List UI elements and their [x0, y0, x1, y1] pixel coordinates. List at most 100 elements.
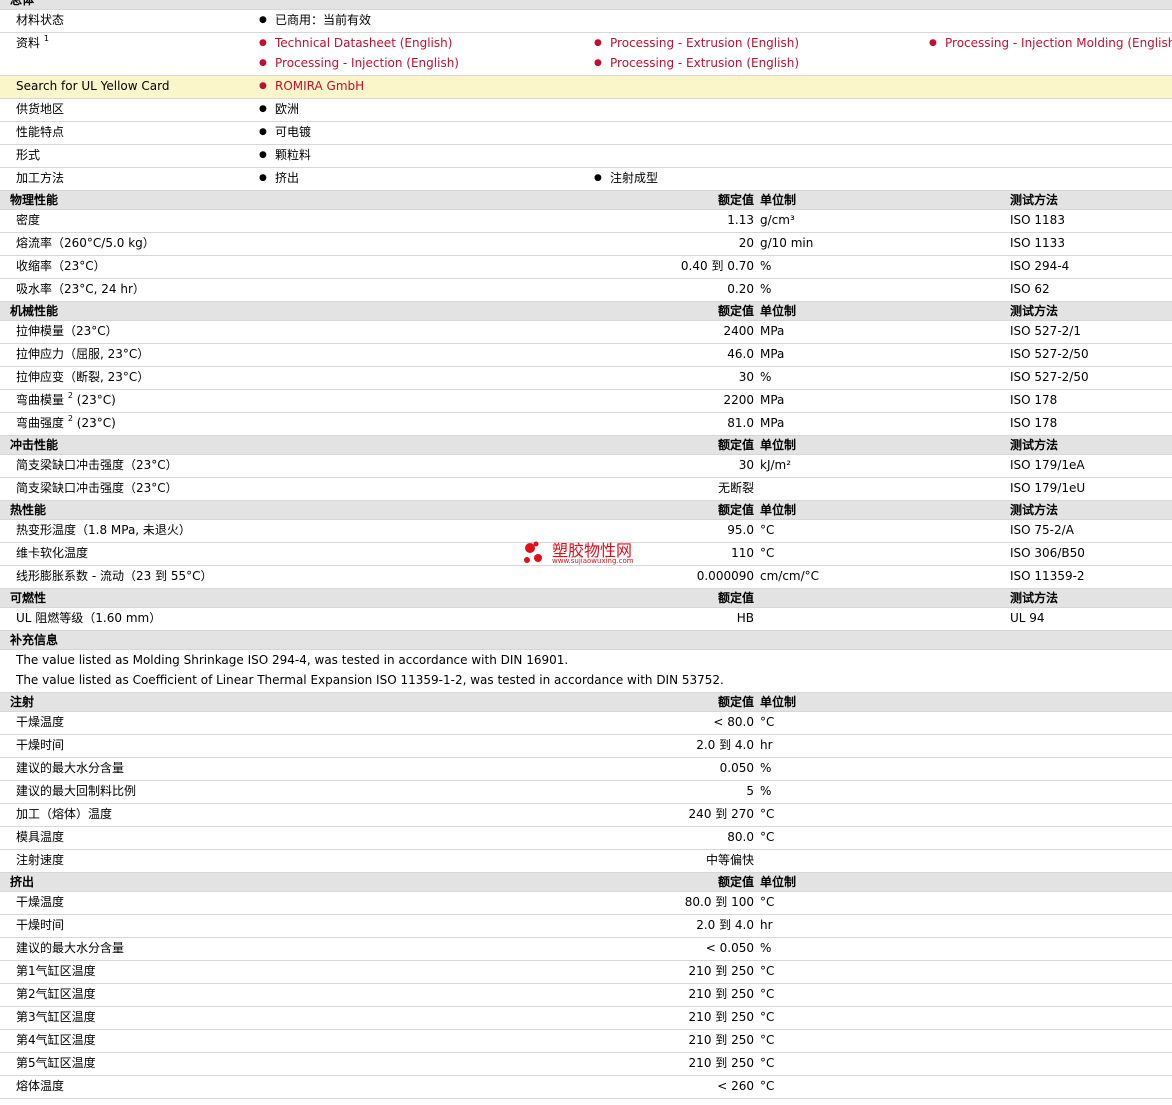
prop-label: 弯曲强度 2 (23°C) [16, 414, 116, 431]
row-material-status: 材料状态 已商用：当前有效 [0, 10, 1172, 33]
prop-value: 20 [738, 236, 754, 250]
section-physical: 物理性能 额定值 单位制 测试方法 [0, 191, 1172, 210]
prop-unit: % [760, 784, 772, 798]
prop-label: 干燥时间 [16, 738, 65, 752]
table-row: 线形膨胀系数 - 流动（23 到 55°C） 0.000090 cm/cm/°C… [0, 566, 1172, 589]
section-title: 挤出 [10, 875, 35, 889]
table-row: 加工（熔体）温度 240 到 270 °C [0, 804, 1172, 827]
table-row: 建议的最大水分含量 0.050 % [0, 758, 1172, 781]
prop-unit: MPa [760, 347, 785, 361]
row-label: 形式 [16, 148, 41, 162]
prop-label: 熔体温度 [16, 1079, 65, 1093]
prop-value: 30 [738, 458, 754, 472]
prop-value: 210 到 250 [688, 1010, 754, 1024]
prop-value: 240 到 270 [688, 807, 754, 821]
prop-label: 第1气缸区温度 [16, 964, 96, 978]
header-unit: 单位制 [760, 438, 797, 452]
doc-link-technical-datasheet[interactable]: Technical Datasheet (English) [259, 33, 452, 53]
row-processing-method: 加工方法 挤出 注射成型 [0, 168, 1172, 191]
prop-value: 2200 [723, 393, 754, 407]
header-unit: 单位制 [760, 875, 797, 889]
prop-unit: % [760, 259, 772, 273]
table-row: 熔流率（260°C/5.0 kg） 20 g/10 min ISO 1133 [0, 233, 1172, 256]
prop-unit: °C [760, 523, 775, 537]
prop-label: 第4气缸区温度 [16, 1033, 96, 1047]
prop-value: < 260 [717, 1079, 754, 1093]
prop-value: 中等偏快 [705, 853, 754, 867]
doc-link-processing-injection-molding[interactable]: Processing - Injection Molding (English) [929, 33, 1172, 53]
prop-unit: MPa [760, 393, 785, 407]
prop-method: ISO 527-2/50 [1010, 347, 1089, 361]
prop-unit: % [760, 761, 772, 775]
prop-unit: °C [760, 1056, 775, 1070]
prop-value: < 80.0 [713, 715, 754, 729]
prop-method: ISO 179/1eU [1010, 481, 1086, 495]
row-region: 供货地区 欧洲 [0, 99, 1172, 122]
row-label: 加工方法 [16, 171, 65, 185]
table-row: 注射速度 中等偏快 [0, 850, 1172, 873]
doc-link-processing-extrusion-2[interactable]: Processing - Extrusion (English) [594, 53, 799, 73]
prop-value: 1.13 [727, 213, 754, 227]
header-unit: 单位制 [760, 503, 797, 517]
table-row: 简支梁缺口冲击强度（23°C） 无断裂 ISO 179/1eU [0, 478, 1172, 501]
header-nominal: 额定值 [717, 695, 754, 709]
prop-value: 80.0 到 100 [684, 895, 754, 909]
section-injection: 注射 额定值 单位制 [0, 693, 1172, 712]
supplement-notes: The value listed as Molding Shrinkage IS… [0, 650, 1172, 693]
prop-unit: °C [760, 546, 775, 560]
header-nominal: 额定值 [717, 875, 754, 889]
prop-label: 模具温度 [16, 830, 65, 844]
header-nominal: 额定值 [717, 438, 754, 452]
section-supplement: 补充信息 [0, 631, 1172, 650]
table-row: UL 阻燃等级（1.60 mm） HB UL 94 [0, 608, 1172, 631]
prop-unit: MPa [760, 324, 785, 338]
prop-unit: hr [760, 738, 773, 752]
doc-link-processing-extrusion[interactable]: Processing - Extrusion (English) [594, 33, 799, 53]
prop-method: ISO 11359-2 [1010, 569, 1085, 583]
header-method: 测试方法 [1010, 438, 1059, 452]
prop-label: 弯曲模量 2 (23°C) [16, 391, 116, 408]
prop-label: 建议的最大回制料比例 [16, 784, 137, 798]
prop-unit: °C [760, 895, 775, 909]
prop-unit: hr [760, 918, 773, 932]
prop-method: ISO 527-2/50 [1010, 370, 1089, 384]
ul-supplier-link[interactable]: ROMIRA GmbH [259, 76, 364, 96]
table-row: 干燥温度 80.0 到 100 °C [0, 892, 1172, 915]
section-title: 热性能 [10, 503, 47, 517]
prop-value: 81.0 [727, 416, 754, 430]
row-ul-yellow-card: Search for UL Yellow Card ROMIRA GmbH [0, 76, 1172, 99]
prop-method: ISO 1183 [1010, 213, 1065, 227]
prop-label: 第3气缸区温度 [16, 1010, 96, 1024]
region-value: 欧洲 [259, 99, 299, 119]
doc-link-processing-injection[interactable]: Processing - Injection (English) [259, 53, 459, 73]
prop-label: 收缩率（23°C） [16, 259, 106, 273]
prop-label: 热变形温度（1.8 MPa, 未退火） [16, 523, 191, 537]
prop-label: 第2气缸区温度 [16, 987, 96, 1001]
prop-value: 210 到 250 [688, 964, 754, 978]
supplement-note: The value listed as Molding Shrinkage IS… [16, 653, 569, 667]
section-general: 总体 [0, 0, 1172, 10]
header-nominal: 额定值 [717, 304, 754, 318]
ul-search-label: Search for UL Yellow Card [16, 79, 170, 93]
table-row: 第5气缸区温度 210 到 250 °C [0, 1053, 1172, 1076]
section-title: 可燃性 [10, 591, 47, 605]
table-row: 第2气缸区温度 210 到 250 °C [0, 984, 1172, 1007]
section-extrusion: 挤出 额定值 单位制 [0, 873, 1172, 892]
prop-value: 5 [746, 784, 754, 798]
table-row: 拉伸模量（23°C） 2400 MPa ISO 527-2/1 [0, 321, 1172, 344]
header-nominal: 额定值 [717, 193, 754, 207]
prop-unit: °C [760, 1010, 775, 1024]
prop-label: UL 阻燃等级（1.60 mm） [16, 611, 162, 625]
table-row: 拉伸应变（断裂, 23°C） 30 % ISO 527-2/50 [0, 367, 1172, 390]
table-row: 建议的最大水分含量 < 0.050 % [0, 938, 1172, 961]
prop-label: 建议的最大水分含量 [16, 941, 125, 955]
section-title: 注射 [10, 695, 35, 709]
watermark-url: www.sujiaowuxing.com [552, 557, 634, 565]
prop-label: 吸水率（23°C, 24 hr） [16, 282, 145, 296]
prop-label: 拉伸应力（屈服, 23°C） [16, 347, 150, 361]
prop-value: 2.0 到 4.0 [696, 918, 754, 932]
prop-label: 拉伸模量（23°C） [16, 324, 118, 338]
header-unit: 单位制 [760, 193, 797, 207]
method-value: 挤出 [259, 168, 299, 188]
table-row: 模具温度 80.0 °C [0, 827, 1172, 850]
